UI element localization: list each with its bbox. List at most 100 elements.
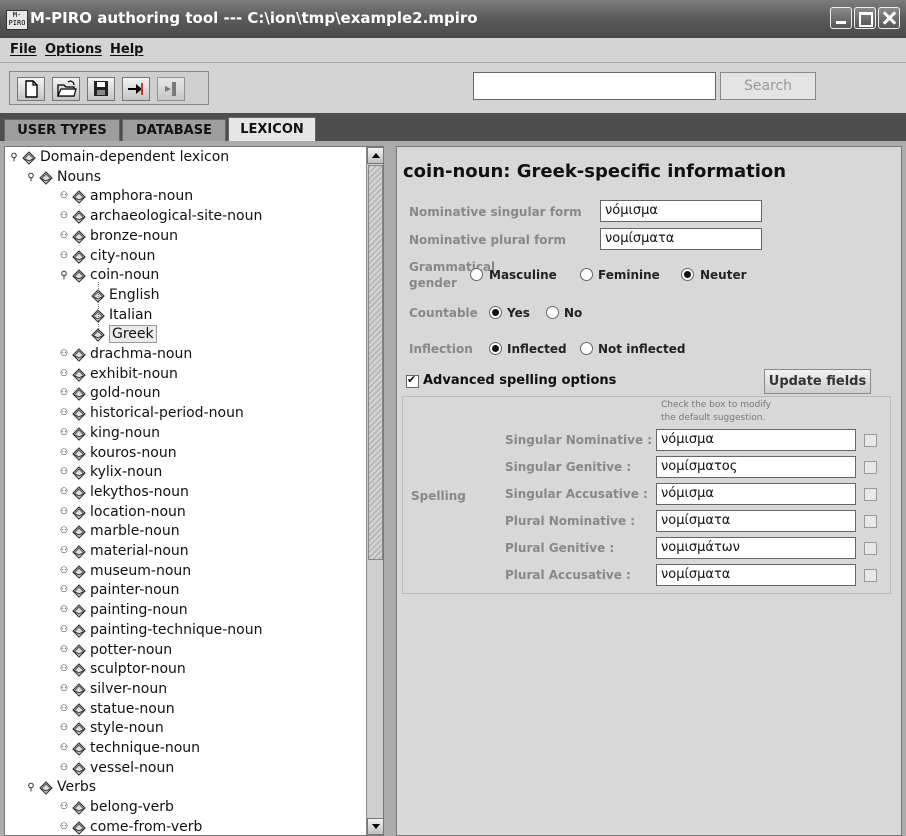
tree-item-vessel-noun[interactable]: ⚇ vessel-noun [57,759,174,778]
collapsed-handle-icon[interactable]: ⚇ [57,641,71,660]
tree-item-drachma-noun[interactable]: ⚇ drachma-noun [57,345,192,364]
collapsed-handle-icon[interactable]: ⚇ [57,581,71,600]
tree-item-sculptor-noun[interactable]: ⚇ sculptor-noun [57,660,186,679]
collapsed-handle-icon[interactable]: ⚇ [57,404,71,423]
tree-item-technique-noun[interactable]: ⚇ technique-noun [57,739,200,758]
expanded-handle-icon[interactable]: ⚲ [24,168,38,187]
tree-item-exhibit-noun[interactable]: ⚇ exhibit-noun [57,365,178,384]
collapsed-handle-icon[interactable]: ⚇ [57,463,71,482]
spelling-override-checkbox[interactable] [864,569,877,582]
tree-folder-nouns[interactable]: ⚲ Nouns [24,168,101,187]
tab-user-types[interactable]: USER TYPES [4,119,120,141]
collapsed-handle-icon[interactable]: ⚇ [57,207,71,226]
spelling-override-checkbox[interactable] [864,461,877,474]
update-fields-button[interactable]: Update fields [764,369,871,394]
menu-file[interactable]: File [10,42,37,57]
spelling-field[interactable]: νόμισμα [656,429,856,451]
collapsed-handle-icon[interactable]: ⚇ [57,247,71,266]
expanded-handle-icon[interactable]: ⚲ [7,148,21,167]
collapsed-handle-icon[interactable]: ⚇ [57,384,71,403]
collapsed-handle-icon[interactable]: ⚇ [57,444,71,463]
menu-options[interactable]: Options [45,42,102,57]
tab-lexicon[interactable]: LEXICON [228,117,316,141]
inflection-inflected-radio[interactable] [489,342,502,355]
collapsed-handle-icon[interactable]: ⚇ [57,798,71,817]
countable-yes-radio[interactable] [489,306,502,319]
spelling-override-checkbox[interactable] [864,542,877,555]
scroll-thumb[interactable] [368,165,383,560]
tree-item-painting-technique-noun[interactable]: ⚇ painting-technique-noun [57,621,263,640]
tree-item-museum-noun[interactable]: ⚇ museum-noun [57,562,191,581]
scroll-up-button[interactable] [367,147,383,164]
collapsed-handle-icon[interactable]: ⚇ [57,680,71,699]
export-button[interactable] [157,77,185,101]
tree-item-historical-period-noun[interactable]: ⚇ historical-period-noun [57,404,244,423]
close-button[interactable] [878,7,900,29]
save-button[interactable] [87,77,115,101]
nom-sing-field[interactable]: νόμισμα [600,200,762,222]
collapsed-handle-icon[interactable]: ⚇ [57,483,71,502]
tree-item-belong-verb[interactable]: ⚇ belong-verb [57,798,174,817]
search-button[interactable]: Search [720,72,816,100]
tree-item-potter-noun[interactable]: ⚇ potter-noun [57,641,172,660]
tree-item-coin-noun[interactable]: ⚲ coin-noun [57,266,159,285]
tree-item-marble-noun[interactable]: ⚇ marble-noun [57,522,180,541]
tree-item-kylix-noun[interactable]: ⚇ kylix-noun [57,463,162,482]
advanced-spelling-checkbox[interactable] [406,373,419,388]
collapsed-handle-icon[interactable]: ⚇ [57,818,71,835]
scroll-down-button[interactable] [367,818,383,835]
lexicon-tree[interactable]: ⚲ Domain-dependent lexicon ⚲ Nouns ⚇ amphora-… [4,146,384,836]
spelling-field[interactable]: νομίσματος [656,456,856,478]
collapsed-handle-icon[interactable]: ⚇ [57,522,71,541]
import-button[interactable] [122,77,150,101]
tab-database[interactable]: DATABASE [122,119,226,141]
tree-item-english[interactable]: English [84,286,160,305]
spelling-field[interactable]: νομίσματα [656,510,856,532]
collapsed-handle-icon[interactable]: ⚇ [57,739,71,758]
nom-plur-field[interactable]: νομίσματα [600,228,762,250]
tree-item-greek[interactable]: Greek [84,325,157,344]
collapsed-handle-icon[interactable]: ⚇ [57,542,71,561]
spelling-field[interactable]: νόμισμα [656,483,856,505]
tree-item-amphora-noun[interactable]: ⚇ amphora-noun [57,187,193,206]
tree-item-painting-noun[interactable]: ⚇ painting-noun [57,601,188,620]
collapsed-handle-icon[interactable]: ⚇ [57,227,71,246]
collapsed-handle-icon[interactable]: ⚇ [57,365,71,384]
spelling-override-checkbox[interactable] [864,434,877,447]
collapsed-handle-icon[interactable]: ⚇ [57,621,71,640]
tree-item-lekythos-noun[interactable]: ⚇ lekythos-noun [57,483,189,502]
search-input[interactable] [473,72,716,100]
collapsed-handle-icon[interactable]: ⚇ [57,424,71,443]
collapsed-handle-icon[interactable]: ⚇ [57,719,71,738]
tree-item-statue-noun[interactable]: ⚇ statue-noun [57,700,175,719]
spelling-field[interactable]: νομισμάτων [656,537,856,559]
tree-item-style-noun[interactable]: ⚇ style-noun [57,719,164,738]
menu-help[interactable]: Help [110,42,143,57]
collapsed-handle-icon[interactable]: ⚇ [57,562,71,581]
gender-masculine-radio[interactable] [470,268,483,281]
gender-neuter-radio[interactable] [681,268,694,281]
open-button[interactable] [52,77,80,101]
collapsed-handle-icon[interactable]: ⚇ [57,759,71,778]
tree-item-italian[interactable]: Italian [84,306,152,325]
collapsed-handle-icon[interactable]: ⚇ [57,187,71,206]
tree-root[interactable]: ⚲ Domain-dependent lexicon [7,148,229,167]
collapsed-handle-icon[interactable]: ⚇ [57,345,71,364]
tree-item-come-from-verb[interactable]: ⚇ come-from-verb [57,818,202,835]
tree-item-silver-noun[interactable]: ⚇ silver-noun [57,680,167,699]
collapsed-handle-icon[interactable]: ⚇ [57,700,71,719]
spelling-override-checkbox[interactable] [864,488,877,501]
maximize-button[interactable] [854,7,876,29]
tree-item-gold-noun[interactable]: ⚇ gold-noun [57,384,161,403]
collapsed-handle-icon[interactable]: ⚇ [57,503,71,522]
spelling-override-checkbox[interactable] [864,515,877,528]
tree-item-painter-noun[interactable]: ⚇ painter-noun [57,581,179,600]
tree-item-king-noun[interactable]: ⚇ king-noun [57,424,160,443]
inflection-not-inflected-radio[interactable] [580,342,593,355]
tree-item-city-noun[interactable]: ⚇ city-noun [57,247,155,266]
spelling-field[interactable]: νομίσματα [656,564,856,586]
tree-item-location-noun[interactable]: ⚇ location-noun [57,503,186,522]
collapsed-handle-icon[interactable]: ⚇ [57,660,71,679]
tree-item-material-noun[interactable]: ⚇ material-noun [57,542,189,561]
gender-feminine-radio[interactable] [580,268,593,281]
